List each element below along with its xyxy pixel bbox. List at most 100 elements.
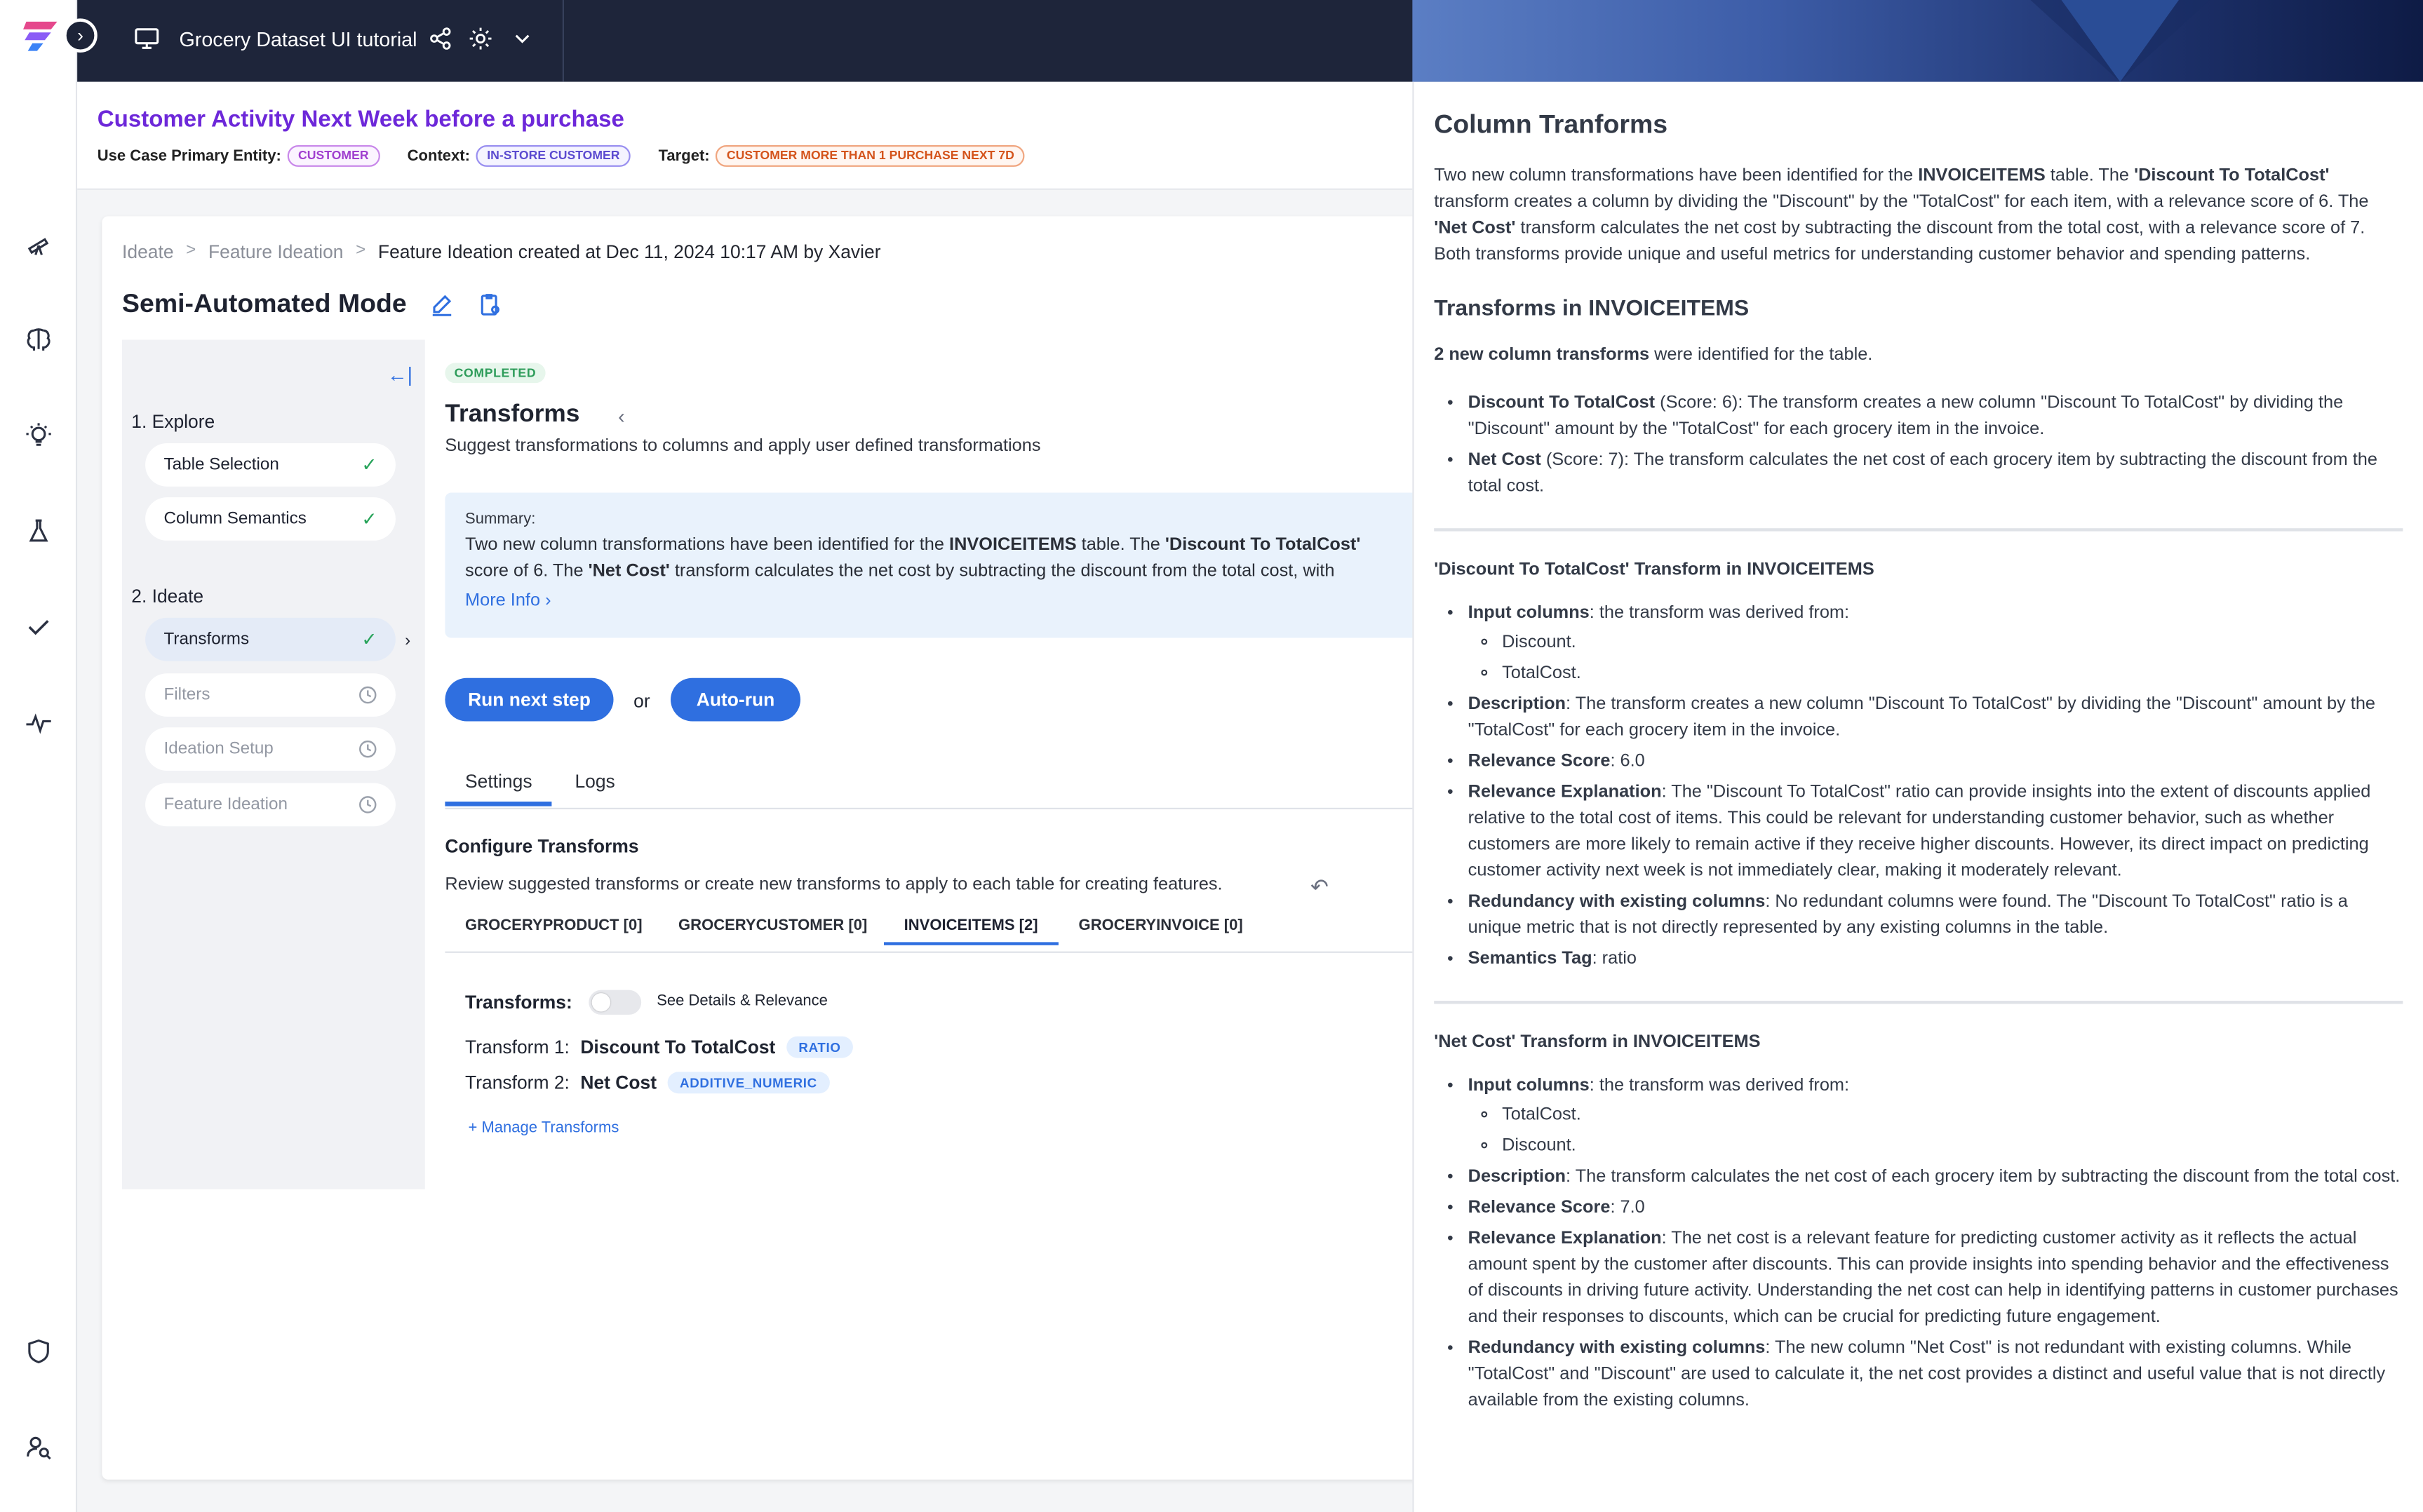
usecase-title[interactable]: Customer Activity Next Week before a pur… xyxy=(98,107,624,133)
chevron-right-icon: › xyxy=(545,591,551,610)
breadcrumb: Ideate > Feature Ideation > Feature Idea… xyxy=(122,241,881,263)
list-item: Relevance Explanation: The "Discount To … xyxy=(1468,780,2403,885)
step-label: Transforms xyxy=(163,630,250,649)
transforms-label: Transforms: xyxy=(465,991,572,1013)
tab-settings[interactable]: Settings xyxy=(445,771,553,806)
transform-name: Net Cost xyxy=(580,1072,657,1094)
entity-badge[interactable]: CUSTOMER xyxy=(287,145,380,167)
step-group-ideate: 2. Ideate xyxy=(131,585,204,607)
step-feature-ideation[interactable]: Feature Ideation xyxy=(145,783,396,827)
undo-icon[interactable]: ↶ xyxy=(1310,875,1329,900)
run-next-step-button[interactable]: Run next step xyxy=(445,677,614,722)
checkmark-icon[interactable] xyxy=(25,613,53,641)
chevron-down-icon[interactable] xyxy=(510,26,535,50)
main-card: Ideate > Feature Ideation > Feature Idea… xyxy=(102,216,1450,1480)
step-label: Filters xyxy=(163,685,210,705)
target-badge[interactable]: CUSTOMER MORE THAN 1 PURCHASE NEXT 7D xyxy=(716,145,1026,167)
check-icon: ✓ xyxy=(361,454,377,476)
or-label: or xyxy=(633,690,650,713)
tab-invoiceitems[interactable]: INVOICEITEMS [2] xyxy=(884,917,1059,945)
tab-logs[interactable]: Logs xyxy=(575,771,615,792)
divider xyxy=(1434,1001,2403,1004)
transform-row[interactable]: Transform 2: Net Cost ADDITIVE_NUMERIC xyxy=(465,1072,830,1094)
target-label: Target: xyxy=(658,147,710,165)
page-title: Semi-Automated Mode xyxy=(122,288,407,318)
clipboard-settings-icon[interactable] xyxy=(478,292,502,316)
panel-transform-list: Discount To TotalCost (Score: 6): The tr… xyxy=(1468,391,2403,500)
tab-groceryinvoice[interactable]: GROCERYINVOICE [0] xyxy=(1079,917,1243,934)
breadcrumb-ideate[interactable]: Ideate xyxy=(122,241,174,263)
configure-subtitle: Review suggested transforms or create ne… xyxy=(445,875,1223,895)
list-item: TotalCost. xyxy=(1502,661,2403,687)
telescope-icon[interactable] xyxy=(25,230,53,258)
app-logo-icon[interactable] xyxy=(20,17,60,54)
list-item: TotalCost. xyxy=(1502,1102,2403,1128)
clock-icon xyxy=(359,796,377,814)
transform-row[interactable]: Transform 1: Discount To TotalCost RATIO xyxy=(465,1036,854,1058)
usecase-header: Customer Activity Next Week before a pur… xyxy=(77,81,1413,190)
flask-icon[interactable] xyxy=(25,518,53,546)
manage-transforms-link[interactable]: + Manage Transforms xyxy=(468,1120,619,1137)
topbar-divider xyxy=(562,0,565,82)
left-rail: › xyxy=(0,0,98,1512)
tab-groceryproduct[interactable]: GROCERYPRODUCT [0] xyxy=(465,917,643,934)
details-toggle[interactable] xyxy=(589,990,642,1015)
expand-sidebar-button[interactable]: › xyxy=(63,18,98,53)
panel-count: 2 new column transforms were identified … xyxy=(1434,346,1873,365)
transform-tag: ADDITIVE_NUMERIC xyxy=(667,1072,830,1094)
summary-label: Summary: xyxy=(465,511,536,529)
panel-banner xyxy=(1412,0,2423,82)
list-item: Discount. xyxy=(1502,630,2403,656)
step-sidebar: ←| 1. Explore Table Selection ✓ Column S… xyxy=(122,339,425,1189)
list-item: Discount. xyxy=(1502,1133,2403,1159)
list-item: Relevance Explanation: The net cost is a… xyxy=(1468,1227,2403,1332)
step-label: Column Semantics xyxy=(163,509,307,529)
context-badge[interactable]: IN-STORE CUSTOMER xyxy=(476,145,631,167)
chevron-left-icon[interactable]: ‹ xyxy=(618,405,625,428)
panel-title: Column Tranforms xyxy=(1434,109,1668,140)
lightbulb-icon[interactable] xyxy=(25,421,53,450)
monitor-icon xyxy=(135,28,159,49)
panel-section-title: Transforms in INVOICEITEMS xyxy=(1434,296,1750,322)
shield-icon[interactable] xyxy=(25,1337,53,1365)
auto-run-button[interactable]: Auto-run xyxy=(671,677,801,722)
share-icon[interactable] xyxy=(428,26,452,50)
breadcrumb-feature-ideation[interactable]: Feature Ideation xyxy=(208,241,344,263)
edit-icon[interactable] xyxy=(429,292,454,316)
more-info-link[interactable]: More Info › xyxy=(465,591,1430,609)
gear-icon[interactable] xyxy=(468,26,492,50)
clock-icon xyxy=(359,740,377,758)
list-item: Input columns: the transform was derived… xyxy=(1468,1074,2403,1160)
clock-icon xyxy=(359,686,377,704)
usecase-meta: Use Case Primary Entity: CUSTOMER Contex… xyxy=(98,145,1026,167)
brain-icon[interactable] xyxy=(25,326,53,354)
user-search-icon[interactable] xyxy=(25,1433,53,1462)
list-item: Discount To TotalCost (Score: 6): The tr… xyxy=(1468,391,2403,443)
context-label: Context: xyxy=(407,147,470,165)
breadcrumb-current: Feature Ideation created at Dec 11, 2024… xyxy=(377,241,881,263)
collapse-steps-icon[interactable]: ←| xyxy=(387,363,412,386)
transform-name: Discount To TotalCost xyxy=(580,1036,776,1058)
list-item: Description: The transform calculates th… xyxy=(1468,1165,2403,1191)
chevron-right-icon[interactable]: › xyxy=(405,632,410,650)
list-item: Net Cost (Score: 7): The transform calcu… xyxy=(1468,448,2403,501)
divider xyxy=(1434,528,2403,532)
workspace-title: Grocery Dataset UI tutorial xyxy=(179,27,417,50)
list-item: Relevance Score: 6.0 xyxy=(1468,749,2403,775)
section-title: Transforms xyxy=(445,401,580,428)
step-label: Ideation Setup xyxy=(163,739,274,759)
check-icon: ✓ xyxy=(361,508,377,530)
step-table-selection[interactable]: Table Selection ✓ xyxy=(145,443,396,487)
summary-text-line2: score of 6. The 'Net Cost' transform cal… xyxy=(465,562,1335,581)
tab-grocerycustomer[interactable]: GROCERYCUSTOMER [0] xyxy=(678,917,867,934)
step-column-semantics[interactable]: Column Semantics ✓ xyxy=(145,497,396,541)
step-transforms[interactable]: Transforms ✓ xyxy=(145,617,396,661)
step-filters[interactable]: Filters xyxy=(145,673,396,717)
step-ideation-setup[interactable]: Ideation Setup xyxy=(145,727,396,771)
table-tabs: GROCERYPRODUCT [0] GROCERYCUSTOMER [0] I… xyxy=(445,908,1450,953)
list-item: Redundancy with existing columns: The ne… xyxy=(1468,1336,2403,1415)
list-item: Relevance Score: 7.0 xyxy=(1468,1196,2403,1222)
activity-icon[interactable] xyxy=(25,709,53,737)
workspace-selector[interactable]: Grocery Dataset UI tutorial xyxy=(133,25,417,53)
step-group-explore: 1. Explore xyxy=(131,410,215,433)
